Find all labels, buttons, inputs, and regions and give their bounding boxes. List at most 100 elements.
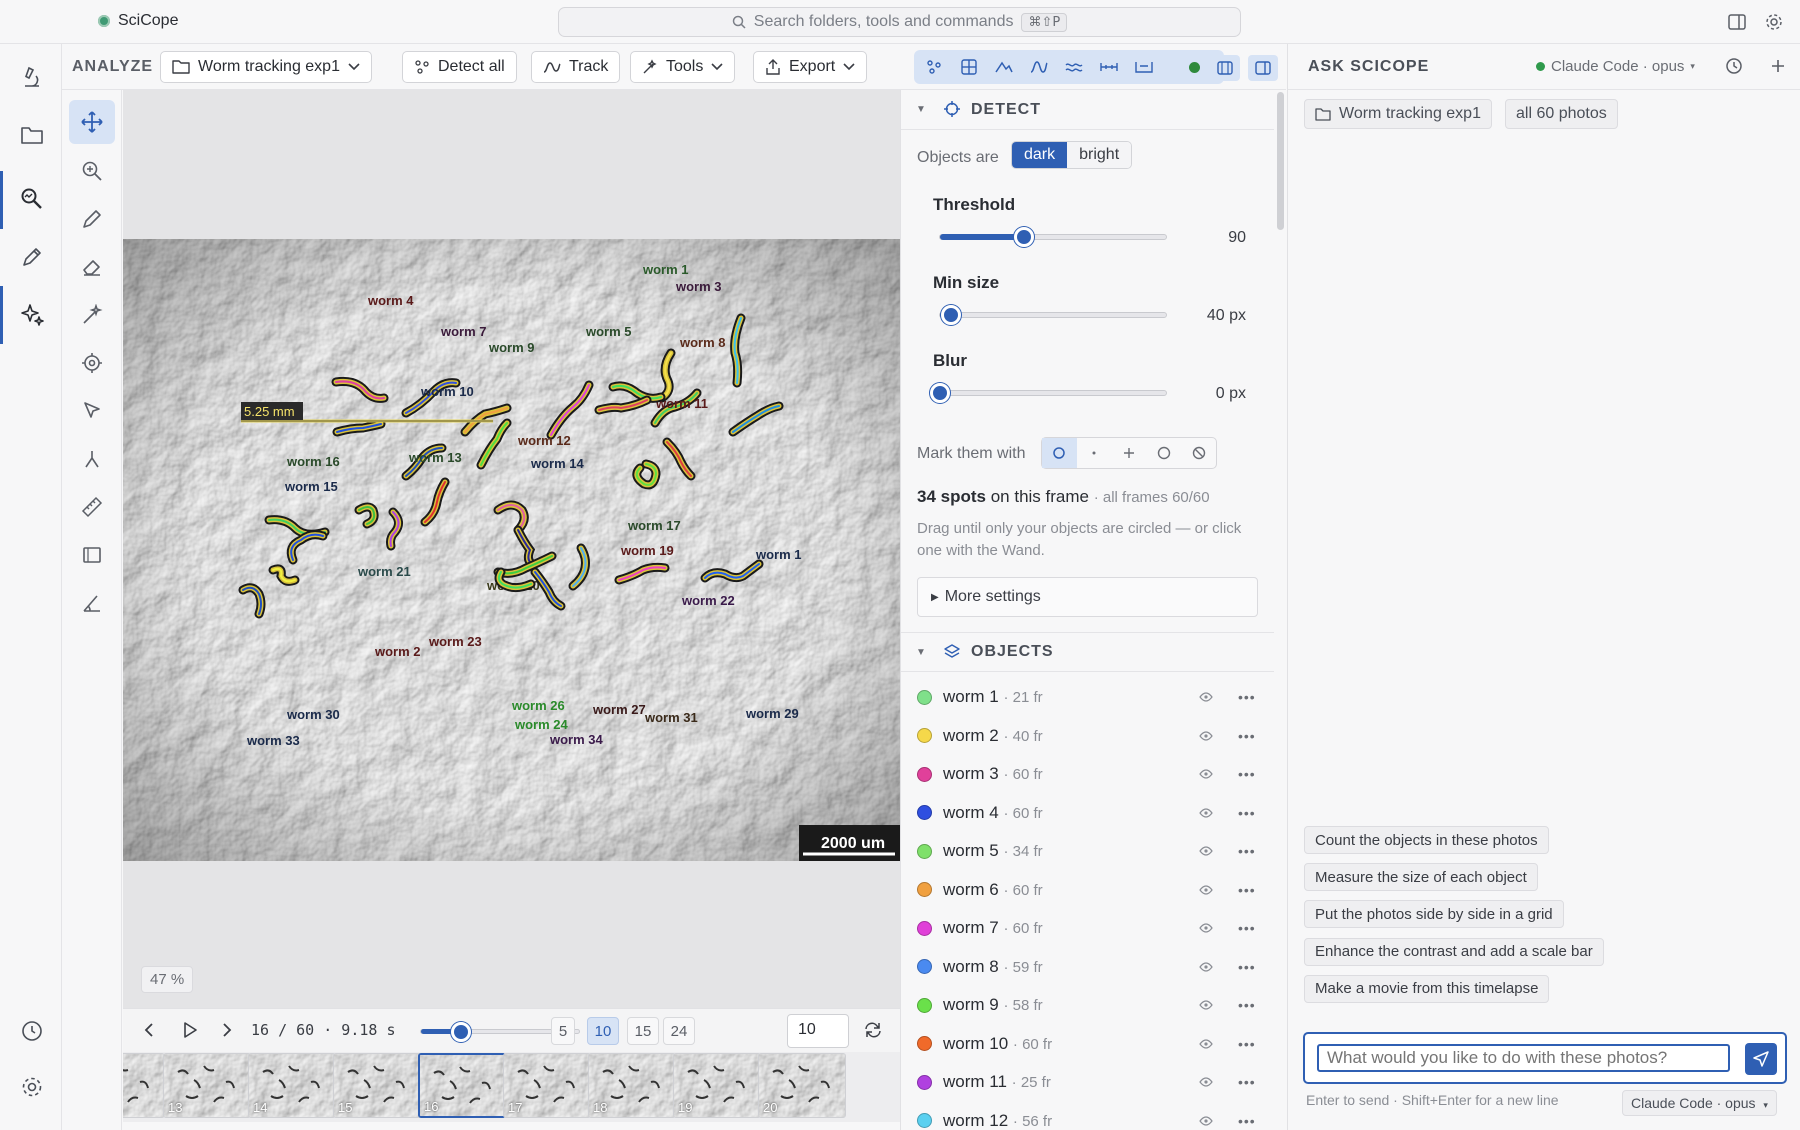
send-button[interactable] (1745, 1043, 1777, 1075)
settings-icon[interactable] (16, 1071, 48, 1103)
settings-gear-icon[interactable] (1764, 12, 1784, 32)
eraser-tool-icon[interactable] (69, 245, 115, 289)
next-frame-icon[interactable] (221, 1022, 233, 1038)
object-row[interactable]: worm 2 · 40 fr ••• (901, 717, 1274, 755)
frame-thumbnail[interactable]: 13 (163, 1053, 251, 1118)
more-options-icon[interactable]: ••• (1238, 959, 1256, 975)
bottom-model-selector[interactable]: Claude Code · opus ▾ (1622, 1090, 1777, 1116)
object-row[interactable]: worm 1 · 21 fr ••• (901, 678, 1274, 716)
visibility-eye-icon[interactable] (1199, 961, 1213, 972)
bracket-view-icon[interactable] (1128, 53, 1160, 81)
frame-thumbnail[interactable]: 19 (673, 1053, 761, 1118)
pen-icon[interactable] (16, 241, 48, 273)
wand-tool-icon[interactable] (69, 293, 115, 337)
threshold-knob[interactable] (1014, 227, 1035, 247)
loop-icon[interactable] (863, 1020, 883, 1040)
frame-thumbnail[interactable]: 18 (588, 1053, 676, 1118)
suggestion-chip[interactable]: Make a movie from this timelapse (1304, 974, 1550, 1003)
object-row[interactable]: worm 3 · 60 fr ••• (901, 755, 1274, 793)
crop-frame-tool-icon[interactable] (69, 533, 115, 577)
tracks-view-icon[interactable] (1058, 53, 1090, 81)
command-search[interactable]: Search folders, tools and commands ⌘⇧P (558, 7, 1241, 37)
grid-view-icon[interactable] (953, 53, 985, 81)
frame-thumbnail[interactable]: 15 (333, 1053, 421, 1118)
more-options-icon[interactable]: ••• (1238, 882, 1256, 898)
timeline-knob[interactable] (451, 1022, 471, 1042)
fps-option-10[interactable]: 10 (587, 1017, 619, 1045)
history-clock-icon[interactable] (16, 1015, 48, 1047)
fps-option-5[interactable]: 5 (551, 1017, 575, 1045)
microscope-image[interactable]: worm 1 worm 3 worm 4 worm 7 worm 9 worm 5 worm… (123, 239, 900, 861)
dark-option[interactable]: dark (1012, 142, 1068, 168)
blur-slider[interactable] (930, 383, 1167, 403)
history-icon[interactable] (1725, 57, 1743, 75)
none-marker-icon[interactable] (1181, 438, 1216, 468)
context-photos-chip[interactable]: all 60 photos (1505, 99, 1618, 129)
visibility-eye-icon[interactable] (1199, 1115, 1213, 1126)
context-folder-chip[interactable]: Worm tracking exp1 (1304, 99, 1492, 129)
object-row[interactable]: worm 10 · 60 fr ••• (901, 1025, 1274, 1063)
export-dropdown[interactable]: Export (753, 51, 868, 83)
detect-all-button[interactable]: Detect all (402, 51, 517, 83)
prev-frame-icon[interactable] (143, 1022, 155, 1038)
move-tool-icon[interactable] (69, 100, 115, 144)
ruler-tool-icon[interactable] (69, 485, 115, 529)
bright-option[interactable]: bright (1067, 142, 1132, 168)
wave-view-icon[interactable] (1023, 53, 1055, 81)
visibility-eye-icon[interactable] (1199, 807, 1213, 818)
frame-thumbnail[interactable]: 17 (503, 1053, 591, 1118)
layout-toggle-icon[interactable] (1727, 12, 1747, 32)
more-settings-button[interactable]: ▶ More settings (917, 577, 1258, 617)
sparkle-ai-icon[interactable] (16, 299, 48, 331)
min-size-knob[interactable] (941, 305, 962, 325)
analyze-search-icon[interactable] (16, 183, 48, 215)
panel-toggle-icon[interactable] (1248, 55, 1278, 81)
more-options-icon[interactable]: ••• (1238, 1113, 1256, 1129)
object-row[interactable]: worm 11 · 25 fr ••• (901, 1063, 1274, 1101)
tools-dropdown[interactable]: Tools (630, 51, 736, 83)
peak-view-icon[interactable] (988, 53, 1020, 81)
suggestion-chip[interactable]: Measure the size of each object (1304, 863, 1538, 892)
new-chat-plus-icon[interactable] (1769, 57, 1787, 75)
suggestion-chip[interactable]: Count the objects in these photos (1304, 826, 1549, 854)
threshold-slider[interactable] (939, 227, 1167, 247)
more-options-icon[interactable]: ••• (1238, 728, 1256, 744)
panel-scrollbar[interactable] (1277, 92, 1284, 230)
more-options-icon[interactable]: ••• (1238, 1036, 1256, 1052)
blur-knob[interactable] (930, 383, 950, 403)
track-button[interactable]: Track (531, 51, 621, 83)
ring-marker-icon[interactable] (1146, 438, 1181, 468)
angle-tool-icon[interactable] (69, 581, 115, 625)
object-row[interactable]: worm 7 · 60 fr ••• (901, 909, 1274, 947)
frame-thumbnail[interactable]: 14 (248, 1053, 336, 1118)
spots-view-icon[interactable] (918, 53, 950, 81)
min-size-slider[interactable] (939, 305, 1167, 325)
detect-section-header[interactable]: ▼ DETECT (901, 90, 1274, 130)
circle-marker-icon[interactable] (1042, 438, 1077, 468)
more-options-icon[interactable]: ••• (1238, 1074, 1256, 1090)
object-row[interactable]: worm 9 · 58 fr ••• (901, 986, 1274, 1024)
object-row[interactable]: worm 4 · 60 fr ••• (901, 794, 1274, 832)
more-options-icon[interactable]: ••• (1238, 689, 1256, 705)
object-row[interactable]: worm 12 · 56 fr ••• (901, 1102, 1274, 1130)
visibility-eye-icon[interactable] (1199, 884, 1213, 895)
fps-option-15[interactable]: 15 (627, 1017, 659, 1045)
object-row[interactable]: worm 6 · 60 fr ••• (901, 871, 1274, 909)
model-selector[interactable]: Claude Code · opus ▾ (1536, 58, 1695, 75)
more-options-icon[interactable]: ••• (1238, 997, 1256, 1013)
suggestion-chip[interactable]: Put the photos side by side in a grid (1304, 900, 1564, 929)
branch-tool-icon[interactable] (69, 437, 115, 481)
more-options-icon[interactable]: ••• (1238, 805, 1256, 821)
select-arrow-tool-icon[interactable] (69, 389, 115, 433)
frame-thumbnail[interactable]: 20 (758, 1053, 846, 1118)
visibility-eye-icon[interactable] (1199, 769, 1213, 779)
object-row[interactable]: worm 5 · 34 fr ••• (901, 832, 1274, 870)
visibility-eye-icon[interactable] (1199, 923, 1213, 933)
suggestion-chip[interactable]: Enhance the contrast and add a scale bar (1304, 937, 1604, 966)
filmstrip-toggle-icon[interactable] (1210, 55, 1240, 81)
visibility-eye-icon[interactable] (1199, 1077, 1213, 1087)
visibility-eye-icon[interactable] (1199, 846, 1213, 856)
visibility-eye-icon[interactable] (1199, 1000, 1213, 1010)
frame-thumbnail[interactable] (123, 1053, 165, 1118)
visibility-eye-icon[interactable] (1199, 1038, 1213, 1049)
